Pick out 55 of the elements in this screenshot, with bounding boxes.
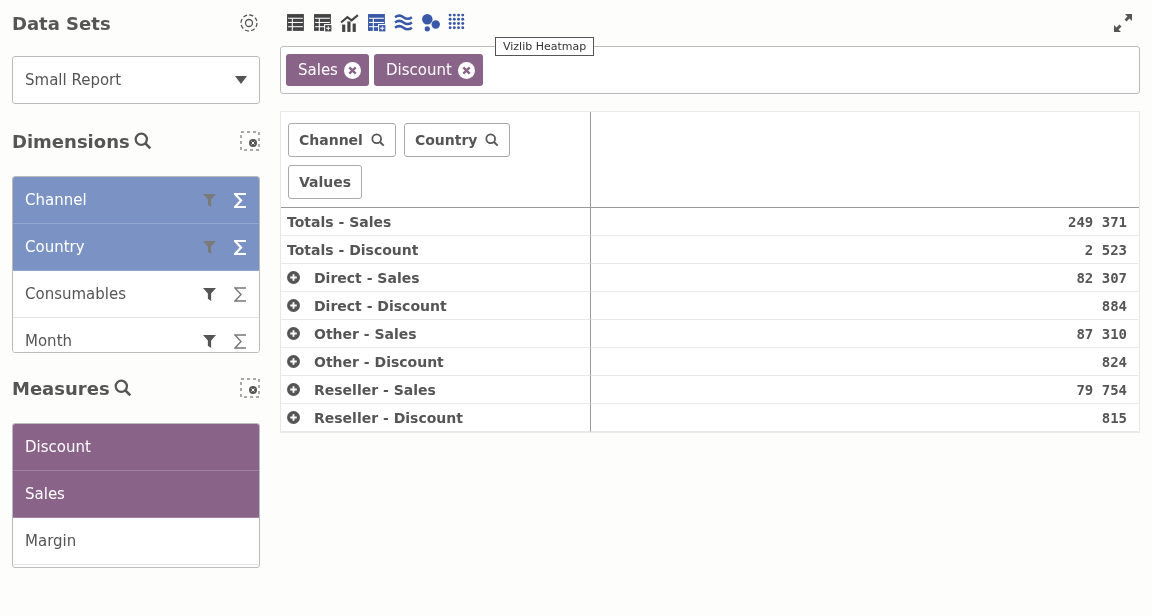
- table-plus-icon[interactable]: [367, 13, 387, 33]
- row-label: Reseller - Discount: [314, 409, 463, 426]
- measure-chip[interactable]: Discount: [373, 54, 483, 86]
- dataset-dropdown[interactable]: Small Report: [12, 56, 260, 104]
- search-icon[interactable]: [113, 379, 132, 397]
- section-title: Measures: [12, 377, 110, 399]
- remove-icon[interactable]: [343, 61, 361, 79]
- row-label: Other - Sales: [314, 325, 417, 342]
- table-plus-icon[interactable]: [313, 13, 333, 33]
- expand-icon[interactable]: [1112, 12, 1134, 34]
- filter-icon[interactable]: [203, 287, 216, 301]
- row-label: Other - Discount: [314, 353, 444, 370]
- field-chip[interactable]: Channel: [288, 123, 396, 157]
- value-cell: 2 523: [591, 236, 1139, 264]
- expand-plus-icon[interactable]: [287, 411, 300, 424]
- search-icon[interactable]: [485, 133, 500, 147]
- remove-icon[interactable]: [457, 61, 475, 79]
- search-icon[interactable]: [133, 132, 152, 150]
- expand-plus-icon[interactable]: [287, 355, 300, 368]
- section-title: Dimensions: [12, 130, 130, 152]
- filter-icon[interactable]: [203, 334, 216, 348]
- bar-line-chart-icon[interactable]: [340, 13, 360, 33]
- caret-icon: [235, 76, 247, 84]
- value-cell: 815: [591, 404, 1139, 432]
- search-icon[interactable]: [370, 133, 385, 147]
- row-label: Totals - Sales: [287, 213, 392, 230]
- row-label: Totals - Discount: [287, 241, 419, 258]
- list-item[interactable]: Sales: [13, 471, 259, 518]
- expand-plus-icon[interactable]: [287, 327, 300, 340]
- value-cell: 824: [591, 348, 1139, 376]
- value-cell: 82 307: [591, 264, 1139, 292]
- sigma-icon[interactable]: [234, 333, 247, 349]
- expand-plus-icon[interactable]: [287, 383, 300, 396]
- row-label: Direct - Discount: [314, 297, 447, 314]
- measure-chip[interactable]: Sales: [286, 54, 369, 86]
- sigma-icon[interactable]: [234, 286, 247, 302]
- expand-plus-icon[interactable]: [287, 271, 300, 284]
- field-chip[interactable]: Country: [403, 123, 511, 157]
- clear-selection-icon[interactable]: [240, 378, 260, 398]
- row-label: Reseller - Sales: [314, 381, 436, 398]
- field-chip[interactable]: Values: [288, 165, 363, 199]
- clear-selection-icon[interactable]: [240, 131, 260, 151]
- value-cell: 87 310: [591, 320, 1139, 348]
- table-icon[interactable]: [286, 13, 306, 33]
- list-item[interactable]: Discount: [13, 424, 259, 471]
- value-cell: 249 371: [591, 208, 1139, 236]
- row-label: Direct - Sales: [314, 269, 420, 286]
- waves-icon[interactable]: [394, 13, 414, 33]
- bubbles-icon[interactable]: [421, 13, 441, 33]
- tooltip: Vizlib Heatmap: [495, 37, 595, 56]
- section-title: Data Sets: [12, 12, 111, 34]
- settings-icon[interactable]: [238, 12, 260, 34]
- expand-plus-icon[interactable]: [287, 299, 300, 312]
- value-cell: 884: [591, 292, 1139, 320]
- value-cell: 79 754: [591, 376, 1139, 404]
